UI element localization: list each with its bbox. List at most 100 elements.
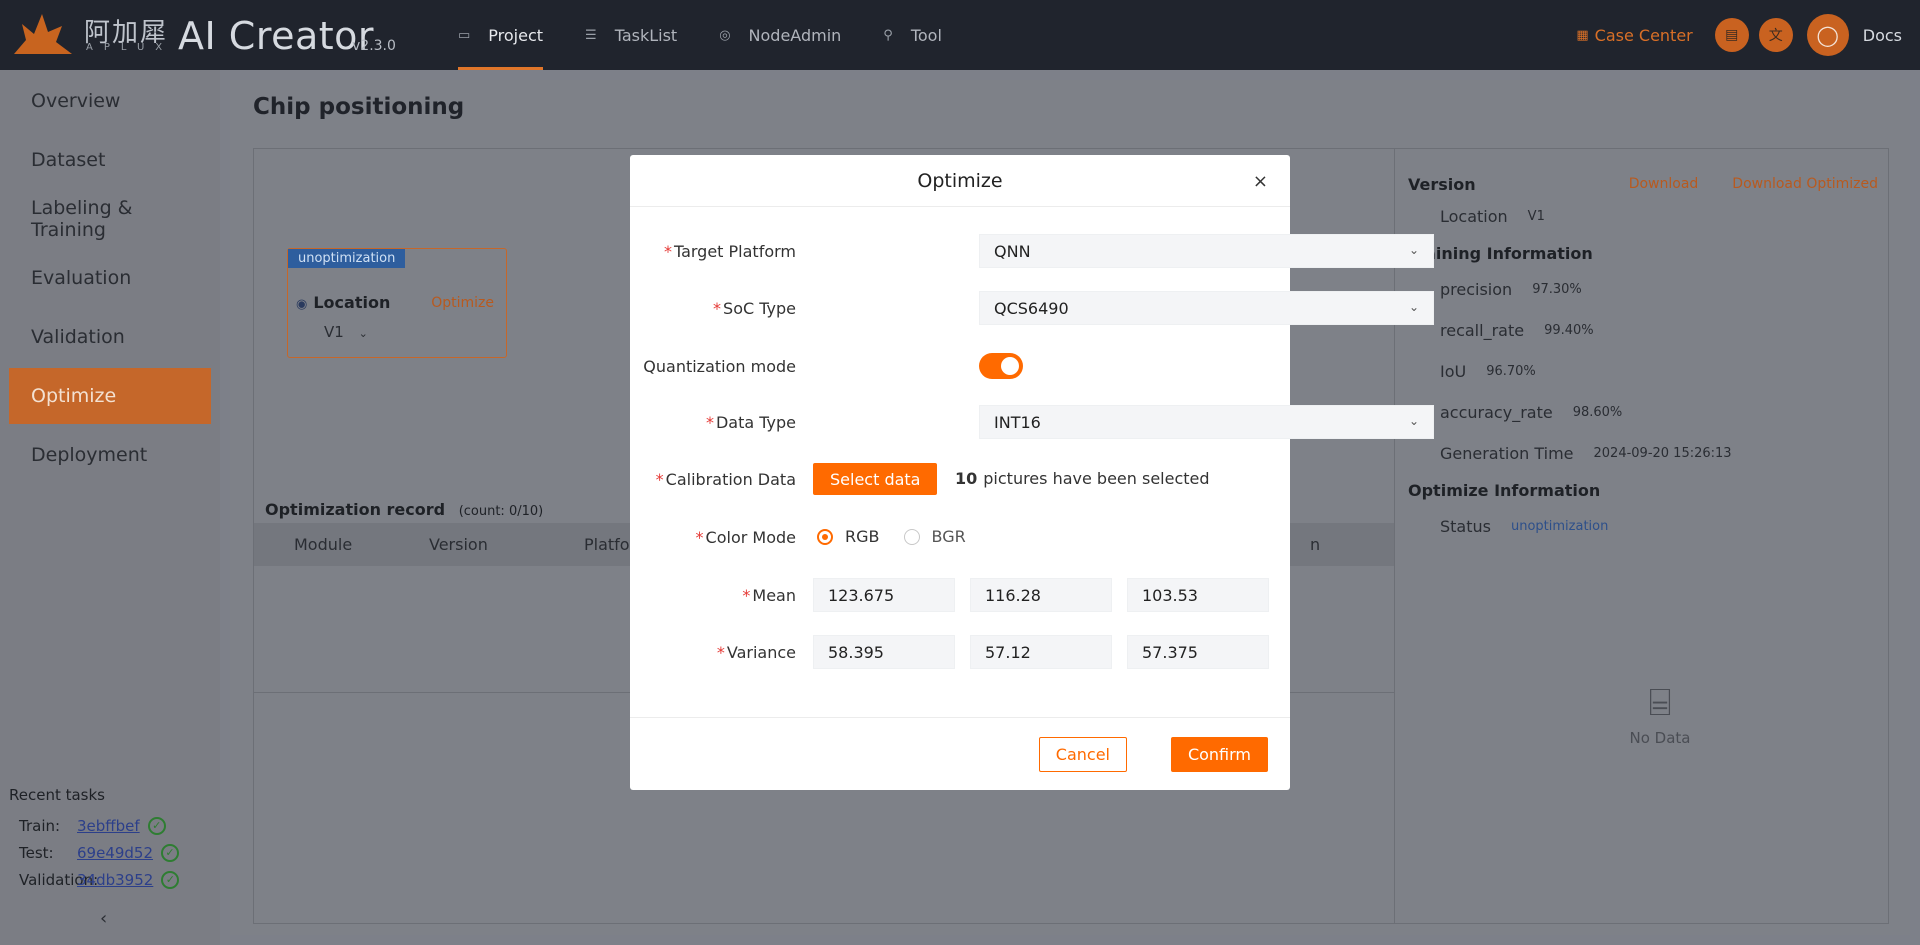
download-link[interactable]: Download (1629, 176, 1699, 192)
nav-tool-label: Tool (910, 25, 942, 45)
variance-input-b[interactable]: 57.375 (1127, 635, 1269, 669)
color-mode-row: * Color Mode RGB BGR (630, 520, 1290, 554)
metric-value: 98.60% (1572, 405, 1623, 420)
location-pin-icon: ◉ (296, 297, 308, 312)
quantization-label: Quantization mode (643, 356, 796, 376)
sidebar-item-validation[interactable]: Validation (9, 309, 211, 365)
nav-project[interactable]: ▭ Project (458, 0, 544, 70)
variance-fields: 58.395 57.12 57.375 (813, 635, 1284, 669)
node-name: Location (313, 293, 391, 312)
case-center-link[interactable]: ▦ Case Center (1576, 26, 1692, 45)
mean-input-g[interactable]: 116.28 (970, 578, 1112, 612)
check-circle-icon: ✓ (161, 843, 180, 862)
status-row: Status unoptimization (1408, 506, 1878, 547)
language-button[interactable]: 文 (1758, 18, 1793, 52)
variance-input-g[interactable]: 57.12 (970, 635, 1112, 669)
nav-tasklist[interactable]: ☰ TaskList (585, 0, 677, 70)
sidebar-item-overview[interactable]: Overview (9, 73, 211, 129)
nav-tool[interactable]: ⚲ Tool (883, 0, 942, 70)
recent-tasks-title: Recent tasks (9, 786, 105, 804)
chevron-down-icon: ⌄ (1408, 414, 1419, 428)
nav-nodeadmin-label: NodeAdmin (748, 25, 842, 45)
metric-row: recall_rate 99.40% (1408, 310, 1878, 351)
quantization-row: Quantization mode (630, 349, 1290, 383)
chevron-down-icon: ⌄ (1408, 243, 1419, 257)
node-optimize-link[interactable]: Optimize (431, 295, 494, 311)
book-button[interactable]: ▤ (1714, 18, 1749, 52)
calibration-label: * Calibration Data (655, 469, 796, 489)
mean-input-r[interactable]: 123.675 (813, 578, 955, 612)
node-icon: ◎ (719, 27, 731, 43)
sidebar-item-dataset[interactable]: Dataset (9, 132, 211, 188)
sidebar-item-labeling-training[interactable]: Labeling & Training (9, 191, 211, 247)
docs-link[interactable]: Docs (1863, 26, 1902, 45)
recent-task-label: Test: (19, 843, 54, 862)
selected-text: pictures have been selected (983, 469, 1210, 488)
calibration-row: * Calibration Data Select data 10 pictures… (630, 462, 1290, 496)
no-data-text: No Data (1629, 729, 1691, 747)
download-optimized-link[interactable]: Download Optimized (1732, 176, 1878, 192)
node-title: ◉ Location (296, 293, 390, 312)
recent-task-label: Train: (19, 816, 61, 835)
metric-value: 2024-09-20 15:26:13 (1593, 446, 1732, 461)
status-value: unoptimization (1510, 519, 1609, 534)
user-avatar[interactable]: ◯ (1806, 14, 1849, 56)
quantization-toggle[interactable] (979, 353, 1023, 379)
model-node-card[interactable]: unoptimization ◉ Location Optimize V1 ⌄ (287, 248, 507, 358)
nav-tasklist-label: TaskList (614, 25, 678, 45)
version-title: Version (1408, 174, 1476, 194)
nav-project-label: Project (488, 25, 544, 45)
app-name: AI Creator (178, 14, 375, 58)
toggle-knob (1001, 357, 1019, 375)
selected-pictures-note: 10 pictures have been selected (955, 469, 1210, 488)
page-title: Chip positioning (253, 94, 465, 120)
book-icon: ▤ (1725, 27, 1739, 43)
list-icon: ☰ (585, 27, 597, 43)
mean-input-b[interactable]: 103.53 (1127, 578, 1269, 612)
variance-input-r[interactable]: 58.395 (813, 635, 955, 669)
soc-type-row: * SoC Type QCS6490 ⌄ (630, 291, 1434, 325)
recent-task-link[interactable]: 69e49d52 (77, 844, 153, 862)
main-nav: ▭ Project ☰ TaskList ◎ NodeAdmin ⚲ Tool (458, 0, 984, 70)
metric-label: Generation Time (1440, 444, 1574, 463)
target-platform-select[interactable]: QNN ⌄ (979, 234, 1434, 268)
sidebar: Overview Dataset Labeling & Training Eva… (0, 70, 220, 945)
logo[interactable] (12, 10, 74, 58)
sidebar-item-deployment[interactable]: Deployment (9, 427, 211, 483)
logo-sub-text: APLUX (86, 42, 174, 53)
sidebar-item-evaluation[interactable]: Evaluation (9, 250, 211, 306)
metric-row: Generation Time 2024-09-20 15:26:13 (1408, 433, 1878, 474)
sidebar-item-optimize[interactable]: Optimize (9, 368, 211, 424)
status-label: Status (1440, 517, 1491, 536)
recent-task-label: Validation: (19, 870, 99, 889)
target-platform-row: * Target Platform QNN ⌄ (630, 234, 1434, 268)
nav-nodeadmin[interactable]: ◎ NodeAdmin (719, 0, 841, 70)
aplux-logo-icon (14, 14, 72, 54)
cancel-button[interactable]: Cancel (1038, 737, 1127, 772)
optimization-record-title: Optimization record (count: 0/10) (265, 500, 543, 519)
confirm-button[interactable]: Confirm (1170, 737, 1268, 772)
data-type-select[interactable]: INT16 ⌄ (979, 405, 1434, 439)
case-center-label: Case Center (1594, 25, 1693, 45)
radio-bgr[interactable]: BGR (903, 527, 966, 546)
collapse-sidebar-icon[interactable]: ‹ (100, 908, 107, 929)
mean-label: * Mean (742, 585, 796, 605)
variance-label: * Variance (716, 642, 796, 662)
check-circle-icon: ✓ (161, 870, 180, 889)
recent-task-row: Train: 3ebffbef ✓ (9, 812, 179, 839)
select-data-button[interactable]: Select data (813, 463, 938, 495)
soc-type-select[interactable]: QCS6490 ⌄ (979, 291, 1434, 325)
chevron-down-icon: ⌄ (1408, 300, 1419, 314)
soc-type-label: * SoC Type (713, 298, 796, 318)
radio-unselected-icon (903, 528, 920, 545)
close-icon[interactable]: × (1253, 171, 1268, 192)
radio-rgb[interactable]: RGB (817, 527, 880, 546)
column-version: Version (429, 535, 488, 554)
recent-task-link[interactable]: 3ebffbef (77, 817, 140, 835)
data-type-row: * Data Type INT16 ⌄ (630, 405, 1434, 439)
wrench-icon: ⚲ (883, 27, 893, 43)
recent-task-link[interactable]: 34db3952 (77, 871, 153, 889)
node-version-select[interactable]: V1 ⌄ (324, 323, 368, 341)
mean-row: * Mean 123.675 116.28 103.53 (630, 578, 1290, 612)
target-platform-value: QNN (994, 241, 1031, 261)
